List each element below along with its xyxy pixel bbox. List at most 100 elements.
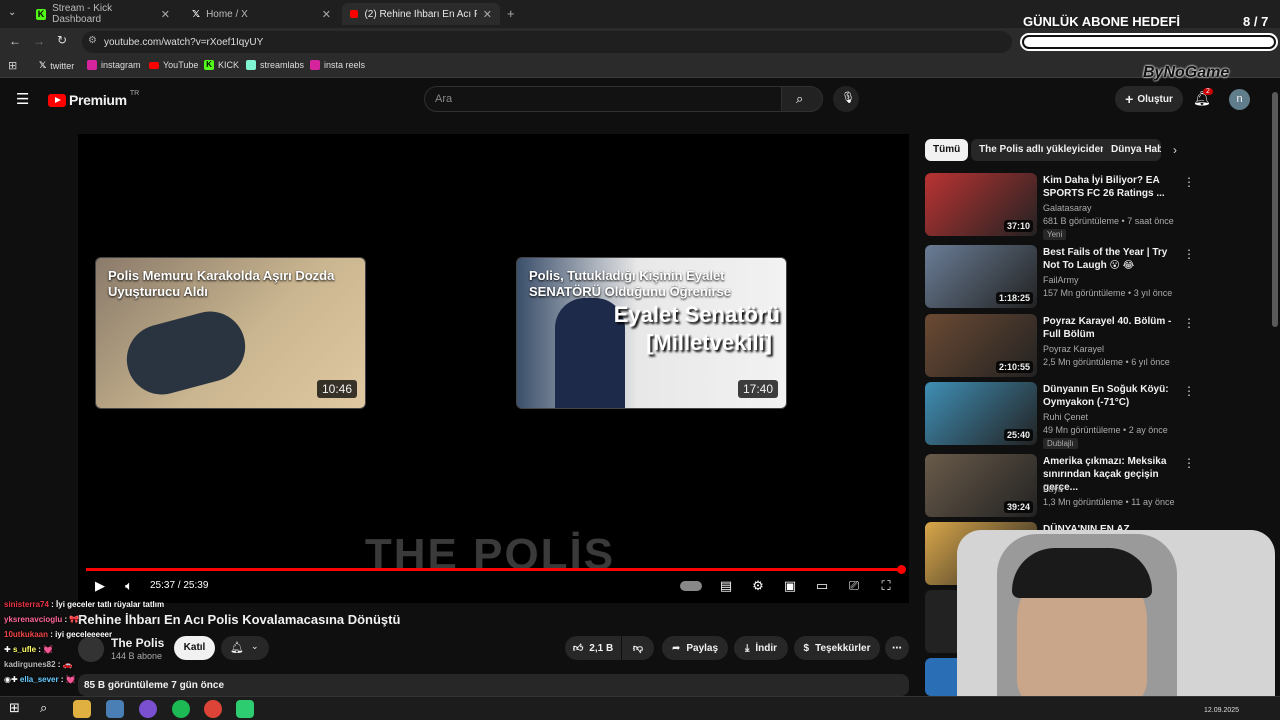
subscribe-notification-button[interactable]: 🔔︎ ⌄ [221,636,269,660]
youtube-logo[interactable]: Premium TR [48,90,139,108]
chat-text: 💓 [43,645,54,654]
bookmark-insta-reels[interactable]: insta reels [310,60,365,70]
file-explorer-icon[interactable] [73,700,91,718]
video-thumbnail[interactable] [925,658,957,696]
bookmark-instagram[interactable]: instagram [87,60,141,70]
chip-from-uploader[interactable]: The Polis adlı yükleyiciden [971,139,1115,161]
recommendation-item[interactable]: 37:10 Kim Daha İyi Biliyor? EA SPORTS FC… [925,173,1195,240]
thumbs-up-icon: 👍︎ [572,643,584,654]
theater-mode-icon[interactable]: ▭ [814,578,830,594]
progress-bar[interactable] [86,568,902,571]
voice-search-button[interactable]: 🎙 [833,86,859,112]
search-input[interactable]: Ara [424,86,782,112]
video-thumbnail[interactable]: 39:24 [925,454,1037,517]
reload-icon[interactable]: ↻ [57,33,67,47]
menu-icon[interactable]: ☰ [16,90,29,108]
app-icon[interactable] [236,700,254,718]
miniplayer-icon[interactable]: ▣ [782,578,798,594]
fullscreen-icon[interactable]: ⛶ [878,578,894,594]
chat-text: İyi geceler tatlı rüyalar tatlım [56,600,165,609]
more-vert-icon[interactable]: ⋮ [1183,456,1195,470]
cast-icon[interactable]: ⎚ [846,578,862,594]
video-thumbnail[interactable] [925,590,957,653]
dislike-button[interactable]: 👎︎ [622,636,654,660]
more-vert-icon[interactable]: ⋮ [1183,316,1195,330]
close-icon[interactable]: ✕ [322,8,331,21]
player-controls: ▶ 🔈︎ 25:37 / 25:39 ▤ ⚙ ▣ ▭ ⎚ ⛶ [86,576,902,596]
chip-all[interactable]: Tümü [925,139,969,161]
end-screen-card[interactable]: Polis Memuru Karakolda Aşırı Dozda Uyuşt… [95,257,366,409]
chat-text: 💓 [65,675,76,684]
tab-label: Home / X [206,8,248,20]
video-duration: 2:10:55 [995,361,1033,373]
bookmark-youtube[interactable]: YouTube [149,60,198,70]
chevron-down-icon: ⌄ [251,641,259,651]
create-button[interactable]: + Oluştur [1115,86,1183,112]
gear-icon[interactable]: ⚙ [750,578,766,594]
video-duration: 25:40 [1003,429,1033,441]
video-thumbnail[interactable]: 1:18:25 [925,245,1037,308]
channel-name[interactable]: The Polis [111,636,164,650]
app-icon[interactable] [106,700,124,718]
bell-icon: 🔔︎ [230,642,244,654]
video-thumbnail[interactable]: 37:10 [925,173,1037,236]
tab-youtube-video[interactable]: (2) Rehine İhbarı En Acı Polis Ko ✕ [342,3,500,25]
chat-message: kadirgunes82 : 🚗 [4,660,73,669]
chevron-right-icon[interactable]: › [1173,143,1177,157]
recommendation-item[interactable]: 39:24 Amerika çıkmazı: Meksika sınırında… [925,454,1195,518]
more-vert-icon[interactable]: ⋮ [1183,247,1195,261]
search-icon[interactable]: ⌕ [40,700,47,716]
recommendation-item[interactable]: 1:18:25 Best Fails of the Year | Try Not… [925,245,1195,309]
more-vert-icon[interactable]: ⋮ [1183,175,1195,189]
thanks-button[interactable]: $ Teşekkürler [794,636,880,660]
spotify-icon[interactable] [172,700,190,718]
youtube-play-logo-icon [48,93,66,107]
recommendation-item[interactable]: 2:10:55 Poyraz Karayel 40. Bölüm - Full … [925,314,1195,378]
share-button[interactable]: ➦ Paylaş [662,636,728,660]
tab-kick-dashboard[interactable]: K Stream - Kick Dashboard ✕ [28,3,178,25]
close-icon[interactable]: ✕ [161,8,170,21]
end-screen-card[interactable]: Polis, Tutukladığı Kişinin Eyalet SENATÖ… [516,257,787,409]
app-icon[interactable] [139,700,157,718]
bookmark-twitter[interactable]: 𝕏twitter [39,60,74,71]
chrome-icon[interactable] [204,700,222,718]
video-thumbnail[interactable]: 2:10:55 [925,314,1037,377]
forward-icon[interactable]: → [33,34,45,48]
tab-label: (2) Rehine İhbarı En Acı Polis Ko [364,8,476,20]
video-duration: 1:18:25 [995,292,1033,304]
tab-list-icon[interactable]: ⌄ [8,7,16,18]
bookmark-streamlabs[interactable]: streamlabs [246,60,304,70]
join-button[interactable]: Katıl [174,636,215,660]
scrollbar[interactable] [1272,92,1278,327]
download-button[interactable]: ⤓ İndir [734,636,788,660]
chip-world-news[interactable]: Dünya Habe [1103,139,1161,161]
close-icon[interactable]: ✕ [483,8,492,21]
search-button[interactable]: ⌕ [781,86,823,112]
more-vert-icon[interactable]: ⋮ [1183,384,1195,398]
url-field[interactable]: ⚙ youtube.com/watch?v=rXoef1IqyUY [82,31,1012,53]
channel-avatar[interactable] [78,636,104,662]
volume-icon[interactable]: 🔈︎ [121,578,137,594]
chat-message: 10utkukaan : iyi geceleeeeer [4,630,113,639]
bookmark-kick[interactable]: K KICK [204,60,239,70]
avatar[interactable]: n [1229,89,1250,110]
recommendation-item[interactable]: 25:40 Dünyanın En Soğuk Köyü: Oymyakon (… [925,382,1195,449]
new-tab-icon[interactable]: + [507,6,515,21]
apps-grid-icon[interactable]: ⊞ [8,59,17,72]
like-button[interactable]: 👍︎ 2,1 B [565,636,621,660]
subtitles-icon[interactable]: ▤ [718,578,734,594]
video-thumbnail[interactable]: 25:40 [925,382,1037,445]
notifications-button[interactable]: 🔔︎ 2 [1193,88,1213,110]
description-box[interactable]: 85 B görüntüleme 7 gün önce [78,674,909,696]
player-watermark: THE POLİS [364,530,616,579]
site-info-icon[interactable]: ⚙ [88,35,97,46]
download-label: İndir [755,642,778,654]
dubbed-badge: Dublajlı [1043,438,1078,449]
autoplay-toggle[interactable] [680,581,702,591]
back-icon[interactable]: ← [9,34,21,48]
more-actions-button[interactable]: ⋯ [885,636,909,660]
play-icon[interactable]: ▶ [92,578,108,594]
windows-start-icon[interactable]: ⊞ [9,700,20,716]
tab-home-x[interactable]: 𝕏 Home / X ✕ [184,3,339,25]
chat-text: iyi geceleeeeer [55,630,113,639]
